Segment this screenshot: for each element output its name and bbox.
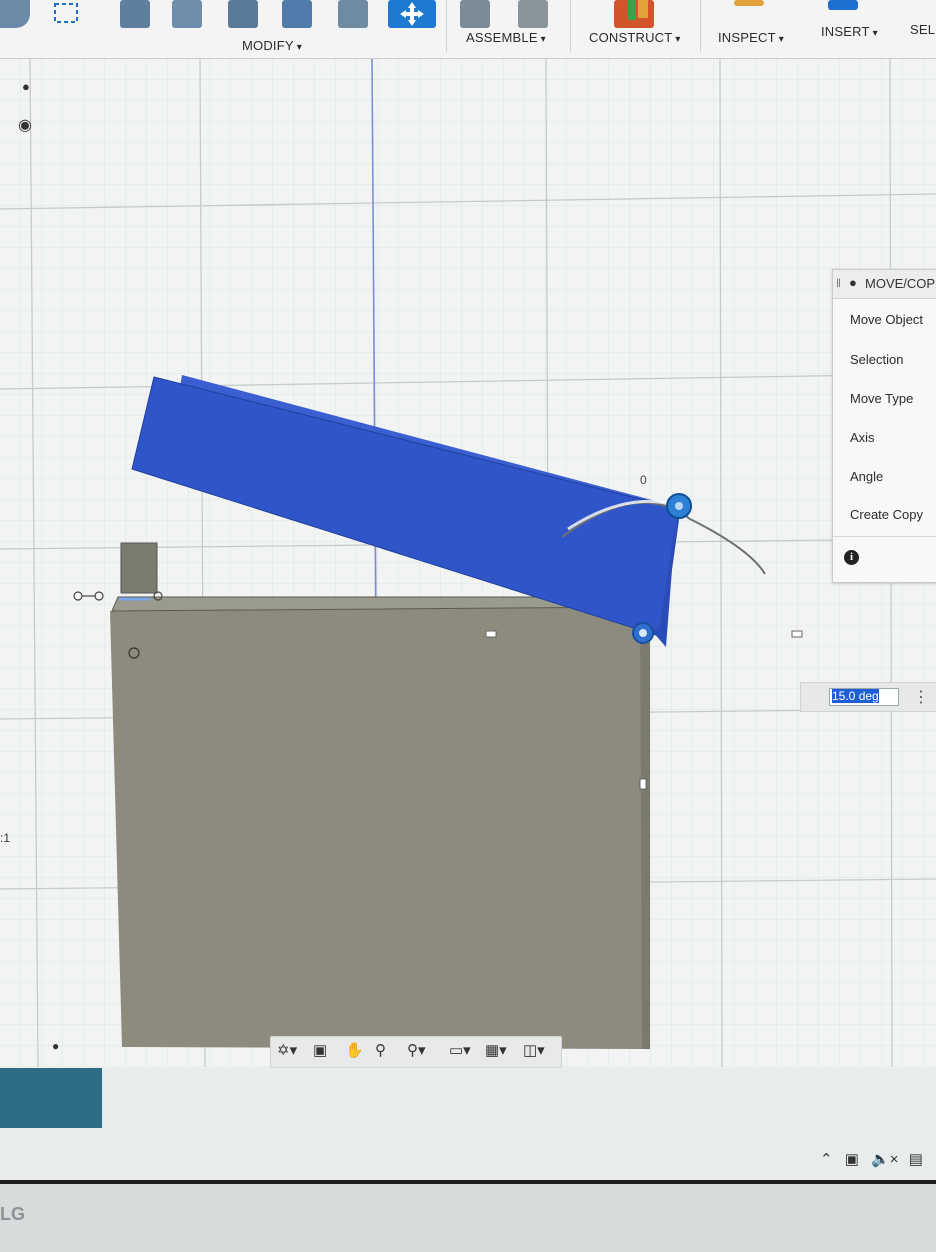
edge-marker xyxy=(791,630,803,638)
box-body xyxy=(110,605,650,1049)
modify-menu[interactable]: MODIFY xyxy=(242,38,302,53)
speaker-muted-icon[interactable]: 🔈× xyxy=(871,1151,898,1168)
panel-row-angle: Angle xyxy=(850,469,884,484)
panel-title: MOVE/COP xyxy=(865,276,936,291)
network-icon[interactable]: ▤ xyxy=(909,1151,923,1168)
monitor-bezel: LG xyxy=(0,1180,936,1252)
press-pull-icon[interactable] xyxy=(120,0,150,28)
display-settings-icon[interactable]: ▭▾ xyxy=(449,1041,471,1061)
hinge-block xyxy=(120,542,158,594)
new-component-icon[interactable] xyxy=(460,0,490,28)
canvas-viewport[interactable]: ● ◉ :1 ● 0 ‖ ● MOVE/COP Move Object Sele… xyxy=(0,59,936,1067)
system-tray: ⌃ ▣ 🔈× ▤ xyxy=(820,1150,923,1168)
toolbar-divider xyxy=(446,0,447,52)
camera-icon[interactable]: ▣ xyxy=(845,1151,859,1168)
split-icon[interactable] xyxy=(338,0,368,28)
edge-marker xyxy=(485,630,497,638)
inspect-menu[interactable]: INSPECT xyxy=(718,30,784,45)
constraint-marker xyxy=(94,591,104,601)
look-at-icon[interactable]: ▣ xyxy=(313,1041,327,1061)
viewports-icon[interactable]: ◫▾ xyxy=(523,1041,545,1061)
navigation-bar: ✡▾ ▣ ✋ ⚲ ⚲▾ ▭▾ ▦▾ ◫▾ xyxy=(270,1036,562,1068)
panel-divider xyxy=(833,536,936,537)
panel-collapse-icon[interactable]: ● xyxy=(849,275,857,290)
angle-input[interactable]: 15.0 deg xyxy=(829,688,899,706)
zoom-icon[interactable]: ⚲ xyxy=(375,1041,386,1061)
info-icon[interactable]: i xyxy=(844,550,859,565)
insert-icon[interactable] xyxy=(828,0,858,10)
panel-row-selection: Selection xyxy=(850,352,904,367)
chamfer-icon[interactable] xyxy=(282,0,312,28)
panel-row-create-copy: Create Copy xyxy=(850,507,923,522)
pan-icon[interactable]: ✋ xyxy=(345,1041,364,1061)
screen: MODIFY ASSEMBLE CONSTRUCT INSPECT INSERT… xyxy=(0,0,936,1180)
angle-value: 15.0 deg xyxy=(832,689,879,703)
assemble-menu[interactable]: ASSEMBLE xyxy=(466,30,546,45)
panel-row-axis: Axis xyxy=(850,430,875,445)
move-copy-icon[interactable] xyxy=(388,0,436,28)
toolbar: MODIFY ASSEMBLE CONSTRUCT INSPECT INSERT… xyxy=(0,0,936,59)
constraint-marker xyxy=(73,591,83,601)
model[interactable] xyxy=(0,59,936,1067)
construct-menu[interactable]: CONSTRUCT xyxy=(589,30,681,45)
taskbar xyxy=(0,1068,936,1180)
zoom-window-icon[interactable]: ⚲▾ xyxy=(407,1041,426,1061)
panel-grip[interactable]: ‖ xyxy=(836,276,841,290)
more-options-icon[interactable]: ⋮ xyxy=(913,687,929,707)
fillet-icon[interactable] xyxy=(172,0,202,28)
inspect-icon[interactable] xyxy=(734,0,764,6)
edge-marker xyxy=(639,778,647,790)
panel-row-move-object: Move Object xyxy=(850,312,923,327)
toolbar-divider xyxy=(570,0,571,52)
sketch-icon[interactable] xyxy=(0,0,30,28)
panel-header: ‖ ● MOVE/COP xyxy=(833,270,936,299)
brand-logo: LG xyxy=(0,1204,25,1224)
toolbar-divider xyxy=(700,0,701,52)
grid-settings-icon[interactable]: ▦▾ xyxy=(485,1041,507,1061)
move-copy-panel: ‖ ● MOVE/COP Move Object Selection Move … xyxy=(832,269,936,583)
offset-plane-icon[interactable] xyxy=(614,0,654,28)
orbit-icon[interactable]: ✡▾ xyxy=(277,1041,297,1061)
dimension-label: 0 xyxy=(640,473,647,487)
angle-input-box: 15.0 deg ⋮ xyxy=(800,682,936,712)
taskbar-app-thumbnail[interactable] xyxy=(0,1068,102,1128)
panel-row-move-type: Move Type xyxy=(850,391,914,406)
insert-menu[interactable]: INSERT xyxy=(821,24,878,39)
select-menu[interactable]: SEL xyxy=(910,22,936,37)
shell-icon[interactable] xyxy=(228,0,258,28)
joint-icon[interactable] xyxy=(518,0,548,28)
sketch-line-icon[interactable] xyxy=(52,0,82,28)
chevron-up-icon[interactable]: ⌃ xyxy=(820,1151,833,1168)
